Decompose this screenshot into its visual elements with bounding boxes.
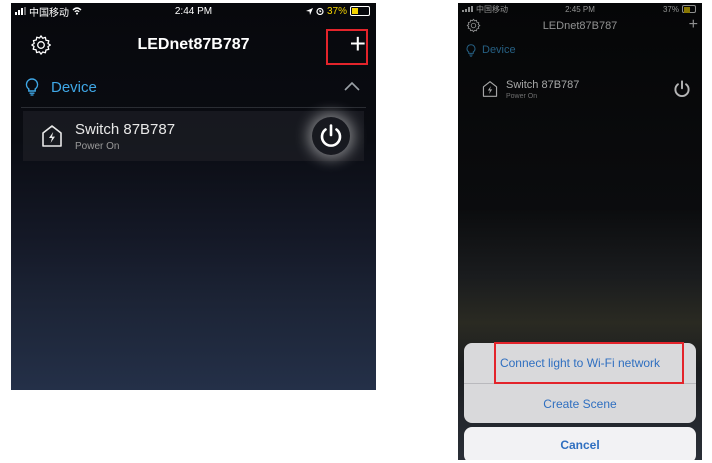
carrier-info: 中国移动 (15, 4, 82, 19)
status-time: 2:45 PM (565, 4, 595, 14)
device-status: Power On (506, 92, 538, 100)
section-label: Device (51, 78, 97, 96)
carrier-info: 中国移动 (462, 4, 508, 15)
battery-icon (682, 5, 696, 13)
battery-icon (350, 6, 370, 16)
settings-gear-icon[interactable] (30, 34, 52, 56)
section-divider (21, 107, 366, 108)
add-button[interactable]: + (689, 17, 698, 33)
lightbulb-icon (25, 78, 39, 96)
switch-device-icon (42, 125, 62, 147)
nav-title: LEDnet87B787 (137, 36, 250, 53)
cancel-button[interactable]: Cancel (464, 427, 696, 460)
battery-percent: 37% (326, 5, 347, 17)
device-status: Power On (75, 140, 120, 152)
create-scene-option[interactable]: Create Scene (464, 384, 696, 423)
device-text: Switch 87B787 Power On (75, 121, 175, 152)
device-name: Switch 87B787 (75, 120, 176, 138)
settings-gear-icon[interactable] (466, 18, 481, 33)
navigation-bar: LEDnet87B787 + (458, 15, 702, 37)
navigation-bar: LEDnet87B787 + (11, 27, 376, 63)
power-button[interactable] (670, 77, 694, 101)
highlight-box (494, 342, 684, 384)
device-section-header[interactable]: Device (458, 43, 702, 57)
alarm-icon (316, 7, 324, 15)
device-name: Switch 87B787 (506, 78, 580, 91)
status-bar: 中国移动 2:45 PM 37% (458, 3, 702, 15)
highlight-box (326, 29, 368, 65)
signal-icon (462, 6, 473, 12)
lightbulb-icon (466, 43, 476, 57)
status-right: 37% (305, 5, 370, 17)
device-section-header[interactable]: Device (11, 77, 376, 97)
wifi-icon (72, 7, 82, 15)
nav-title: LEDnet87B787 (542, 20, 618, 32)
switch-device-icon (482, 81, 498, 97)
phone-screen-left: 中国移动 2:44 PM 37% LEDnet87B787 + Device S… (11, 3, 376, 390)
create-scene-label: Create Scene (543, 397, 617, 411)
status-bar: 中国移动 2:44 PM 37% (11, 3, 376, 19)
carrier-name: 中国移动 (29, 7, 69, 19)
device-row[interactable]: Switch 87B787 Power On (23, 111, 364, 161)
section-label: Device (482, 44, 516, 56)
location-icon (305, 7, 313, 15)
power-icon (320, 124, 342, 147)
power-button[interactable] (312, 117, 350, 155)
phone-screen-right: 中国移动 2:45 PM 37% LEDnet87B787 + Device S… (458, 3, 702, 460)
signal-icon (15, 7, 26, 15)
power-icon (674, 80, 690, 97)
device-row[interactable]: Switch 87B787 Power On (464, 69, 696, 109)
cancel-label: Cancel (560, 438, 600, 452)
device-text: Switch 87B787 Power On (506, 79, 579, 100)
chevron-up-icon[interactable] (344, 81, 360, 91)
status-time: 2:44 PM (174, 5, 213, 17)
battery-percent: 37% (662, 4, 679, 14)
carrier-name: 中国移动 (476, 4, 508, 14)
status-right: 37% (663, 5, 696, 14)
